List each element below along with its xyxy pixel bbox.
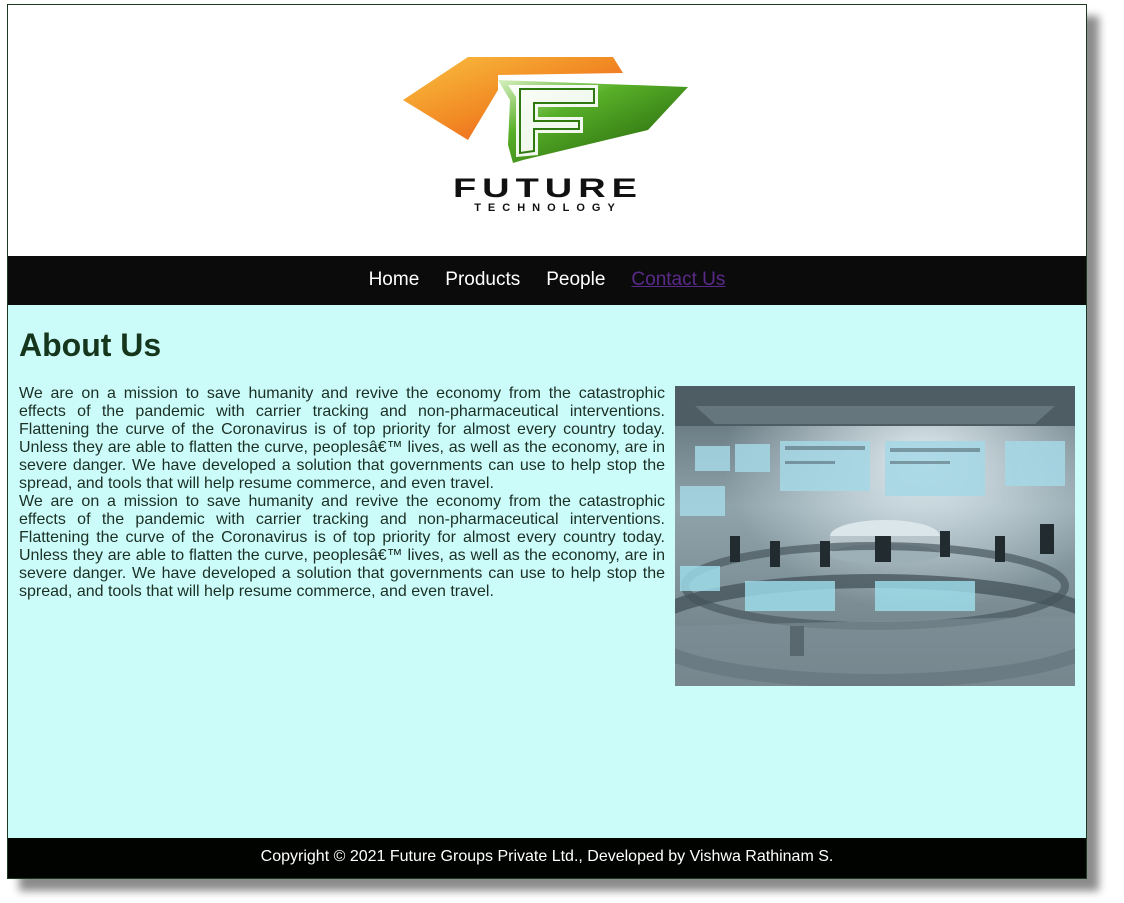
nav-link-home[interactable]: Home <box>369 269 420 291</box>
main-nav: Home Products People Contact Us <box>8 256 1086 305</box>
about-text: We are on a mission to save humanity and… <box>19 385 665 601</box>
future-technology-logo[interactable]: FUTURE TECHNOLOGY <box>348 45 748 215</box>
copyright-text: Copyright © 2021 Future Groups Private L… <box>260 848 834 865</box>
logo-subtitle: TECHNOLOGY <box>474 202 622 214</box>
logo-title: FUTURE <box>453 173 643 203</box>
control-room-image <box>675 386 1075 686</box>
nav-link-people[interactable]: People <box>546 269 605 291</box>
site-footer: Copyright © 2021 Future Groups Private L… <box>8 838 1086 878</box>
about-paragraph: We are on a mission to save humanity and… <box>19 385 665 492</box>
page-title: About Us <box>19 327 162 363</box>
about-paragraph: We are on a mission to save humanity and… <box>19 493 665 600</box>
nav-link-contact-us[interactable]: Contact Us <box>631 269 725 291</box>
site-header: FUTURE TECHNOLOGY <box>8 5 1086 256</box>
nav-link-products[interactable]: Products <box>445 269 520 291</box>
page-frame: FUTURE TECHNOLOGY Home Products People C… <box>7 4 1087 879</box>
main-content: About Us We are on a mission to save hum… <box>8 305 1086 838</box>
